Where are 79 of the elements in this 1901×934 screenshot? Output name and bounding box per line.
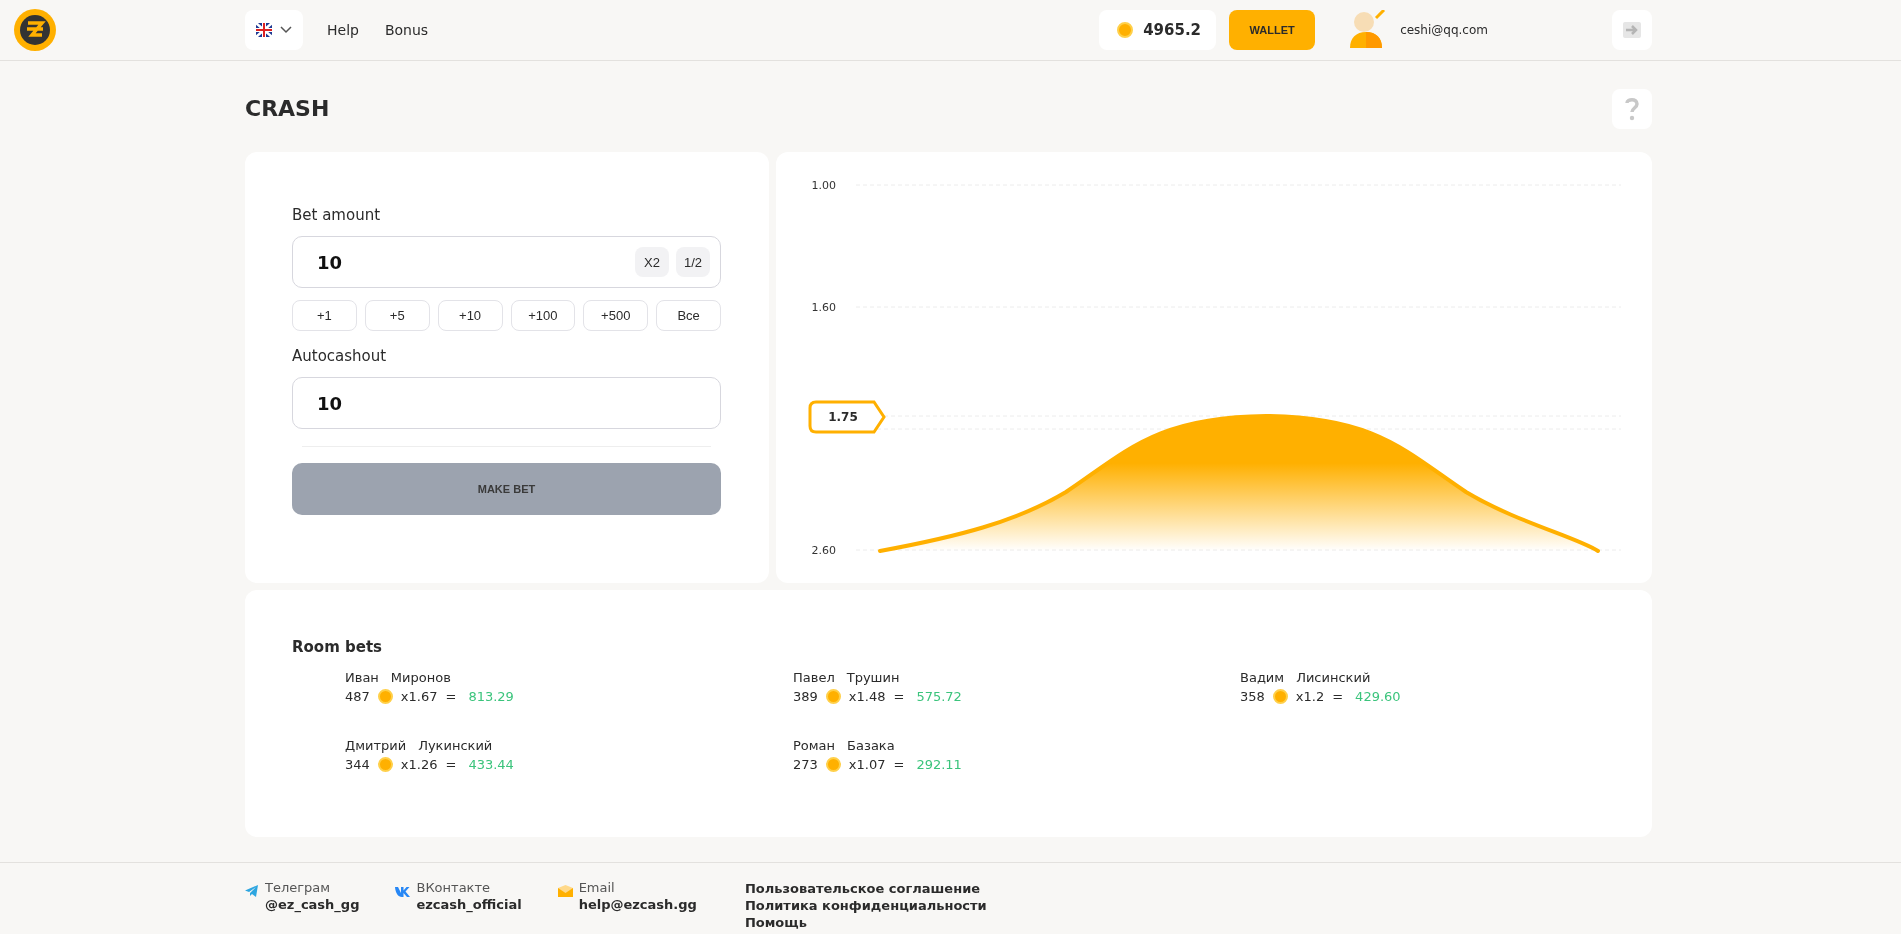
contact-value[interactable]: help@ezcash.gg xyxy=(578,897,697,912)
autocashout-field[interactable]: 10 xyxy=(292,377,721,429)
bet-multiplier: x1.48 xyxy=(848,689,886,704)
coin-icon xyxy=(1117,22,1134,38)
footer-link[interactable]: Пользовательское соглашение xyxy=(744,880,987,897)
first-name: Павел xyxy=(793,670,835,685)
bet-amount: 344 xyxy=(345,757,370,772)
quick-add-button[interactable]: Все xyxy=(656,300,721,331)
quick-add-button[interactable]: +10 xyxy=(437,300,503,331)
first-name: Вадим xyxy=(1240,670,1285,685)
help-button[interactable] xyxy=(1612,88,1652,129)
bet-multiplier: x1.07 xyxy=(848,757,886,772)
bet-amount: 273 xyxy=(793,757,818,772)
contact-value[interactable]: @ez_cash_gg xyxy=(265,897,360,912)
nav-link[interactable]: Help xyxy=(327,22,359,38)
bet-amount: 358 xyxy=(1240,689,1265,704)
payout-amount: 433.44 xyxy=(468,757,514,772)
bet-amount-field[interactable]: 10 X2 1/2 xyxy=(292,236,721,288)
last-name: Базака xyxy=(847,738,895,753)
coin-icon xyxy=(1272,689,1288,704)
bet-multiplier: x1.2 xyxy=(1295,689,1325,704)
multiplier-marker: 1.75 xyxy=(808,400,888,434)
axis-label: 1.60 xyxy=(811,301,836,314)
section-title: Room bets xyxy=(292,638,384,656)
balance-amount: 4965.2 xyxy=(1143,21,1202,39)
multiplier-button[interactable]: X2 xyxy=(635,247,669,277)
coin-icon xyxy=(825,757,841,772)
equals-sign: = xyxy=(445,757,457,772)
payout-amount: 292.11 xyxy=(916,757,962,772)
last-name: Лисинский xyxy=(1296,670,1371,685)
equals-sign: = xyxy=(445,689,457,704)
arrow-right-icon xyxy=(1623,22,1641,38)
bet-multiplier: x1.26 xyxy=(400,757,438,772)
paper-plane-icon xyxy=(245,885,259,897)
contact-value[interactable]: ezcash_official xyxy=(416,897,522,912)
vk-icon xyxy=(395,887,411,897)
contact-label: Телеграм xyxy=(265,880,332,895)
page-title: CRASH xyxy=(245,96,330,121)
payout-amount: 429.60 xyxy=(1355,689,1401,704)
footer-link[interactable]: Политика конфиденциальности xyxy=(744,897,987,914)
wallet-button[interactable]: WALLET xyxy=(1229,10,1316,50)
logo-icon[interactable] xyxy=(14,9,56,51)
footer-link[interactable]: Помощь xyxy=(744,914,987,931)
bet-amount: 487 xyxy=(345,689,370,704)
quick-add-button[interactable]: +100 xyxy=(510,300,576,331)
quick-add-button[interactable]: +500 xyxy=(583,300,649,331)
contact-label: ВКонтакте xyxy=(416,880,492,895)
last-name: Трушин xyxy=(846,670,900,685)
multiplier-button[interactable]: 1/2 xyxy=(676,247,710,277)
nav-link[interactable]: Bonus xyxy=(384,22,429,38)
question-mark-icon xyxy=(1625,96,1639,121)
language-selector[interactable] xyxy=(245,10,303,50)
bet-multiplier: x1.67 xyxy=(400,689,438,704)
quick-add-button[interactable]: +1 xyxy=(292,300,357,331)
last-name: Миронов xyxy=(390,670,451,685)
envelope-icon xyxy=(557,885,573,897)
coin-icon xyxy=(377,689,393,704)
first-name: Дмитрий xyxy=(345,738,407,753)
flag-icon xyxy=(256,23,272,37)
logout-button[interactable] xyxy=(1612,10,1652,50)
first-name: Иван xyxy=(345,670,379,685)
user-email: ceshi@qq.com xyxy=(1400,23,1488,37)
payout-amount: 575.72 xyxy=(916,689,962,704)
quick-add-button[interactable]: +5 xyxy=(364,300,430,331)
coin-icon xyxy=(377,757,393,772)
field-label: Autocashout xyxy=(292,347,388,365)
axis-label: 1.00 xyxy=(811,179,836,192)
bet-amount: 389 xyxy=(793,689,818,704)
payout-amount: 813.29 xyxy=(468,689,514,704)
equals-sign: = xyxy=(893,757,905,772)
contact-label: Email xyxy=(578,880,616,895)
last-name: Лукинский xyxy=(418,738,493,753)
field-label: Bet amount xyxy=(292,206,382,224)
axis-label: 2.60 xyxy=(811,544,836,557)
first-name: Роман xyxy=(793,738,836,753)
chevron-down-icon xyxy=(280,26,292,34)
coin-icon xyxy=(825,689,841,704)
equals-sign: = xyxy=(1332,689,1344,704)
equals-sign: = xyxy=(893,689,905,704)
